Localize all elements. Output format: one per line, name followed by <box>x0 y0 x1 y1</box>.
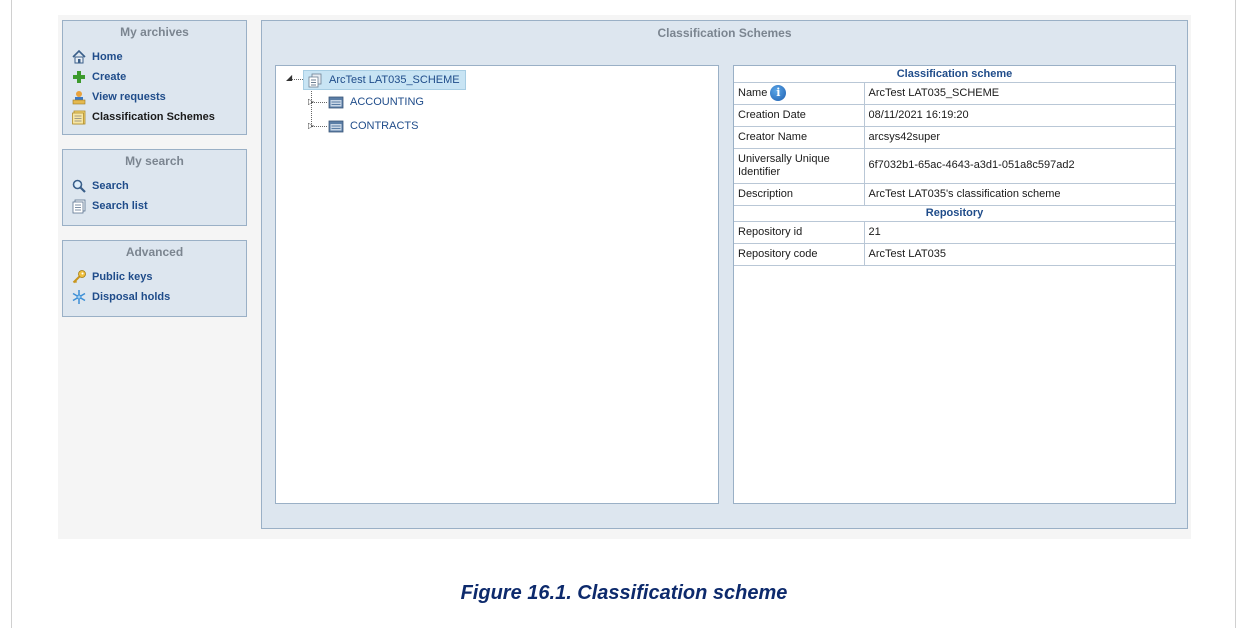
row-creator-name: Creator Name arcsys42super <box>734 126 1175 149</box>
tree-node-contracts[interactable]: CONTRACTS <box>328 117 418 135</box>
expand-arrow-icon[interactable]: ▷ <box>308 122 314 130</box>
sidebar-item-search-list[interactable]: Search list <box>71 196 246 216</box>
search-list-icon <box>71 198 87 214</box>
row-name: Name i ArcTest LAT035_SCHEME <box>734 82 1175 105</box>
my-search-panel: My search Search Search list <box>62 149 247 226</box>
tree-node-label: CONTRACTS <box>350 120 419 132</box>
description-value: ArcTest LAT035's classification scheme <box>864 183 1175 206</box>
tree-node-label: ACCOUNTING <box>350 96 424 108</box>
row-repository-code: Repository code ArcTest LAT035 <box>734 243 1175 266</box>
name-key: Name i <box>734 82 865 105</box>
sidebar-item-disposal-holds[interactable]: Disposal holds <box>71 287 246 307</box>
sidebar-item-classification-schemes[interactable]: Classification Schemes <box>71 107 246 127</box>
application: My archives Home Create View requests Cl… <box>58 15 1191 539</box>
section-header-classification-scheme: Classification scheme <box>734 66 1175 83</box>
creator-name-label: Creator Name <box>734 126 865 149</box>
tree-node-accounting[interactable]: ACCOUNTING <box>328 93 424 111</box>
tree-root-node[interactable]: ArcTest LAT035_SCHEME <box>303 70 466 90</box>
uuid-label: Universally Unique Identifier <box>734 148 865 184</box>
repository-id-label: Repository id <box>734 221 865 244</box>
folder-icon <box>328 94 344 110</box>
scheme-icon <box>307 72 323 88</box>
sidebar-item-home[interactable]: Home <box>71 47 246 67</box>
home-icon <box>71 49 87 65</box>
row-creation-date: Creation Date 08/11/2021 16:19:20 <box>734 104 1175 127</box>
creator-name-value: arcsys42super <box>864 126 1175 149</box>
sidebar-item-create[interactable]: Create <box>71 67 246 87</box>
sidebar-item-label: Disposal holds <box>92 291 171 303</box>
advanced-title: Advanced <box>125 245 184 259</box>
scheme-details: Classification scheme Name i ArcTest LAT0… <box>733 65 1176 504</box>
folder-icon <box>328 118 344 134</box>
sidebar-item-label: View requests <box>92 91 166 103</box>
my-archives-panel: My archives Home Create View requests Cl… <box>62 20 247 135</box>
info-icon[interactable]: i <box>770 85 787 101</box>
scheme-tree: ◢ ▷ ▷ ArcTest LAT035_SCHEME ACCOUNTING C… <box>275 65 719 504</box>
page-title: Classification Schemes <box>657 26 792 40</box>
sidebar-item-search[interactable]: Search <box>71 176 246 196</box>
classification-schemes-icon <box>71 109 87 125</box>
row-uuid: Universally Unique Identifier 6f7032b1-6… <box>734 148 1175 184</box>
name-label: Name <box>738 86 768 99</box>
sidebar-item-label: Create <box>92 71 127 83</box>
creation-date-label: Creation Date <box>734 104 865 127</box>
snowflake-icon <box>71 289 87 305</box>
name-value: ArcTest LAT035_SCHEME <box>864 82 1175 105</box>
key-icon <box>71 269 87 285</box>
row-description: Description ArcTest LAT035's classificat… <box>734 183 1175 206</box>
magnifier-icon <box>71 178 87 194</box>
my-archives-title: My archives <box>120 25 189 39</box>
figure-caption: Figure 16.1. Classification scheme <box>460 582 788 604</box>
page-border-right <box>1235 0 1236 628</box>
description-label: Description <box>734 183 865 206</box>
sidebar-item-view-requests[interactable]: View requests <box>71 87 246 107</box>
expand-arrow-icon[interactable]: ▷ <box>308 98 314 106</box>
classification-schemes-panel: Classification Schemes ◢ ▷ ▷ ArcTest LAT… <box>261 20 1188 529</box>
view-requests-icon <box>71 89 87 105</box>
creation-date-value: 08/11/2021 16:19:20 <box>864 104 1175 127</box>
section-title: Classification scheme <box>734 66 1175 83</box>
uuid-value: 6f7032b1-65ac-4643-a3d1-051a8c597ad2 <box>864 148 1175 184</box>
plus-icon <box>71 69 87 85</box>
sidebar-item-public-keys[interactable]: Public keys <box>71 267 246 287</box>
sidebar-item-label: Home <box>92 51 123 63</box>
sidebar-item-label: Search list <box>92 200 148 212</box>
repository-code-label: Repository code <box>734 243 865 266</box>
collapse-arrow-icon[interactable]: ◢ <box>286 74 292 82</box>
row-repository-id: Repository id 21 <box>734 221 1175 244</box>
sidebar-item-label: Search <box>92 180 129 192</box>
section-title: Repository <box>734 205 1175 222</box>
page-border-left <box>11 0 12 628</box>
my-search-title: My search <box>125 154 184 168</box>
tree-node-label: ArcTest LAT035_SCHEME <box>329 74 460 86</box>
repository-id-value: 21 <box>864 221 1175 244</box>
sidebar-item-label: Public keys <box>92 271 153 283</box>
advanced-panel: Advanced Public keys Disposal holds <box>62 240 247 317</box>
details-table: Classification scheme Name i ArcTest LAT0… <box>734 66 1175 266</box>
section-header-repository: Repository <box>734 205 1175 222</box>
sidebar-item-label: Classification Schemes <box>92 111 215 123</box>
repository-code-value: ArcTest LAT035 <box>864 243 1175 266</box>
